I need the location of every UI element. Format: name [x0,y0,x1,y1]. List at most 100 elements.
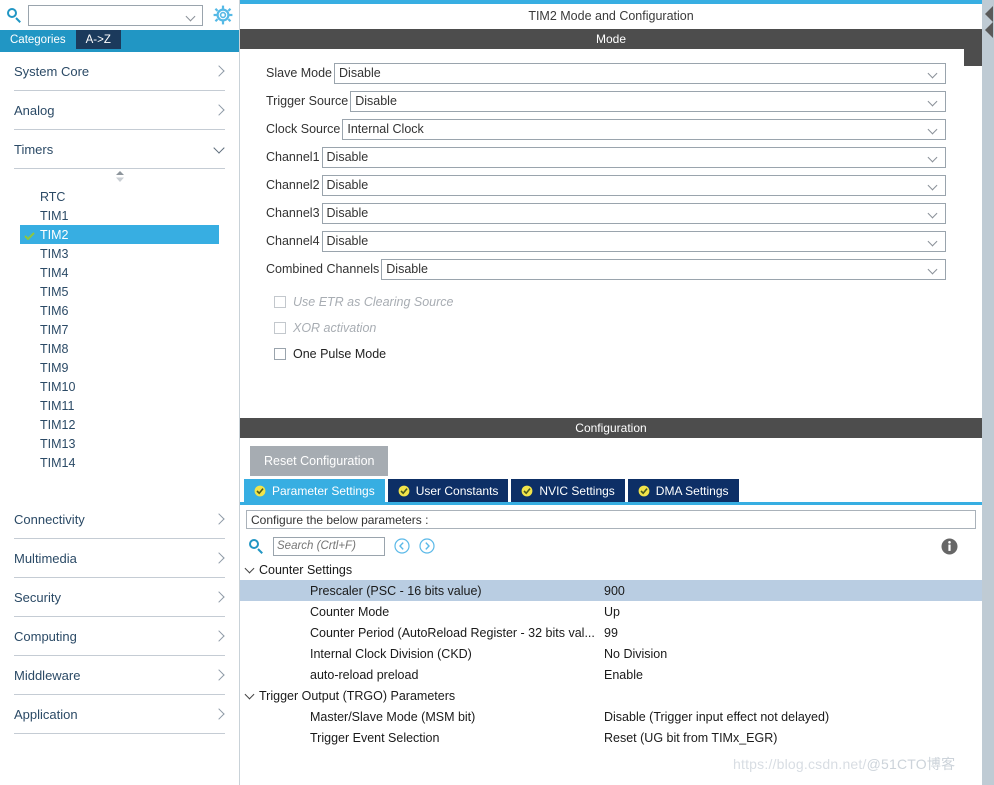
list-item-rtc[interactable]: RTC [0,187,239,206]
param-name: Counter Mode [310,604,390,619]
list-item-tim11[interactable]: TIM11 [0,396,239,415]
trigger-source-label: Trigger Source [266,94,349,108]
channel3-dropdown[interactable]: Disable [321,202,946,224]
combined-channels-dropdown[interactable]: Disable [381,258,946,280]
tab-nvic-settings[interactable]: NVIC Settings [511,479,625,502]
sidebar-item-application[interactable]: Application [14,695,225,734]
sidebar-item-label: Analog [14,102,55,118]
list-item-tim9[interactable]: TIM9 [0,358,239,377]
window-scrollbar[interactable] [982,0,994,785]
list-item-label: TIM2 [40,227,69,242]
table-row[interactable]: Master/Slave Mode (MSM bit) Disable (Tri… [240,706,982,727]
table-row[interactable]: Trigger Event Selection Reset (UG bit fr… [240,727,982,748]
param-value[interactable]: 99 [600,626,982,640]
channel4-dropdown[interactable]: Disable [321,230,946,252]
spinner-up-down-icon[interactable] [113,170,127,184]
timer-list-scroll-spinner[interactable] [0,169,239,187]
tab-nvic-settings-label: NVIC Settings [539,483,615,498]
field-row-channel4: Channel4 Disable [240,227,982,255]
channel1-dropdown[interactable]: Disable [321,146,946,168]
list-item-tim10[interactable]: TIM10 [0,377,239,396]
navigate-back-icon[interactable] [394,538,410,554]
list-item-tim4[interactable]: TIM4 [0,263,239,282]
configuration-section-body: Reset Configuration Parameter Settings U… [240,438,982,785]
list-item-tim7[interactable]: TIM7 [0,320,239,339]
sidebar-item-label: Application [14,706,78,722]
info-icon[interactable] [941,538,958,555]
sidebar-item-label: Security [14,589,61,605]
clock-source-dropdown[interactable]: Internal Clock [342,118,946,140]
sidebar-item-analog[interactable]: Analog [14,91,225,130]
list-item-tim1[interactable]: TIM1 [0,206,239,225]
slave-mode-dropdown[interactable]: Disable [334,62,946,84]
one-pulse-mode-checkbox[interactable] [274,348,286,360]
list-item-tim14[interactable]: TIM14 [0,453,239,472]
checkbox-row-one-pulse-mode[interactable]: One Pulse Mode [240,341,982,367]
reset-button-wrap: Reset Configuration [240,438,982,482]
parameter-table: Counter Settings Prescaler (PSC - 16 bit… [240,559,982,748]
panel-collapse-tab[interactable] [964,36,982,66]
search-input[interactable] [273,536,385,556]
param-group-label: Trigger Output (TRGO) Parameters [259,688,456,703]
table-row[interactable]: Counter Mode Up [240,601,982,622]
search-icon [6,7,22,23]
sidebar-item-timers[interactable]: Timers [14,130,225,169]
category-list-bottom: Connectivity Multimedia Security Computi… [0,500,239,734]
tab-a-to-z[interactable]: A->Z [75,30,121,49]
table-row[interactable]: Counter Period (AutoReload Register - 32… [240,622,982,643]
clock-source-label: Clock Source [266,122,341,136]
collapse-arrows-icon[interactable] [980,4,994,43]
checkbox-row-use-etr[interactable]: Use ETR as Clearing Source [240,289,982,315]
list-item-tim12[interactable]: TIM12 [0,415,239,434]
param-value[interactable]: Enable [600,668,982,682]
reset-configuration-button[interactable]: Reset Configuration [250,446,389,476]
sidebar-item-computing[interactable]: Computing [14,617,225,656]
param-value[interactable]: Up [600,605,982,619]
trigger-source-dropdown[interactable]: Disable [350,90,946,112]
cubemx-window: Categories A->Z System Core Analog Timer… [0,0,994,785]
tab-parameter-settings-label: Parameter Settings [272,483,375,498]
list-item-tim13[interactable]: TIM13 [0,434,239,453]
param-value[interactable]: No Division [600,647,982,661]
tab-categories[interactable]: Categories [0,30,76,49]
tab-user-constants[interactable]: User Constants [387,479,509,502]
chevron-down-icon [927,180,938,190]
field-row-combined-channels: Combined Channels Disable [240,255,982,283]
configuration-section-header: Configuration [240,418,982,438]
channel2-dropdown[interactable]: Disable [321,174,946,196]
ip-tree-sidebar: Categories A->Z System Core Analog Timer… [0,0,240,785]
table-row[interactable]: Prescaler (PSC - 16 bits value) 900 [240,580,982,601]
list-item-tim8[interactable]: TIM8 [0,339,239,358]
sidebar-item-system-core[interactable]: System Core [14,52,225,91]
navigate-forward-icon[interactable] [419,538,435,554]
list-item-tim5[interactable]: TIM5 [0,282,239,301]
check-circle-icon [254,485,266,497]
sidebar-item-connectivity[interactable]: Connectivity [14,500,225,539]
table-row[interactable]: Internal Clock Division (CKD) No Divisio… [240,643,982,664]
param-value[interactable]: Disable (Trigger input effect not delaye… [600,710,982,724]
checkbox-row-xor-activation[interactable]: XOR activation [240,315,982,341]
sidebar-item-multimedia[interactable]: Multimedia [14,539,225,578]
tab-parameter-settings[interactable]: Parameter Settings [244,479,385,502]
sidebar-item-label: Computing [14,628,77,644]
param-value[interactable]: 900 [600,583,982,598]
param-value[interactable]: Reset (UG bit from TIMx_EGR) [600,731,982,745]
sidebar-item-middleware[interactable]: Middleware [14,656,225,695]
slave-mode-label: Slave Mode [266,66,333,80]
sidebar-item-label: Multimedia [14,550,77,566]
sidebar-item-security[interactable]: Security [14,578,225,617]
table-row[interactable]: auto-reload preload Enable [240,664,982,685]
sidebar-view-tabs: Categories A->Z [0,30,239,49]
chevron-right-icon [213,65,225,77]
parameter-search-row [240,529,982,559]
combined-channels-value: Disable [386,262,428,276]
gear-icon[interactable] [213,5,233,25]
sidebar-search-combo[interactable] [28,4,203,26]
list-item-tim3[interactable]: TIM3 [0,244,239,263]
tab-dma-settings[interactable]: DMA Settings [627,479,739,502]
channel2-label: Channel2 [266,178,320,192]
param-group-trgo-parameters[interactable]: Trigger Output (TRGO) Parameters [240,685,982,706]
list-item-tim6[interactable]: TIM6 [0,301,239,320]
list-item-tim2[interactable]: TIM2 [20,225,219,244]
param-group-counter-settings[interactable]: Counter Settings [240,559,982,580]
